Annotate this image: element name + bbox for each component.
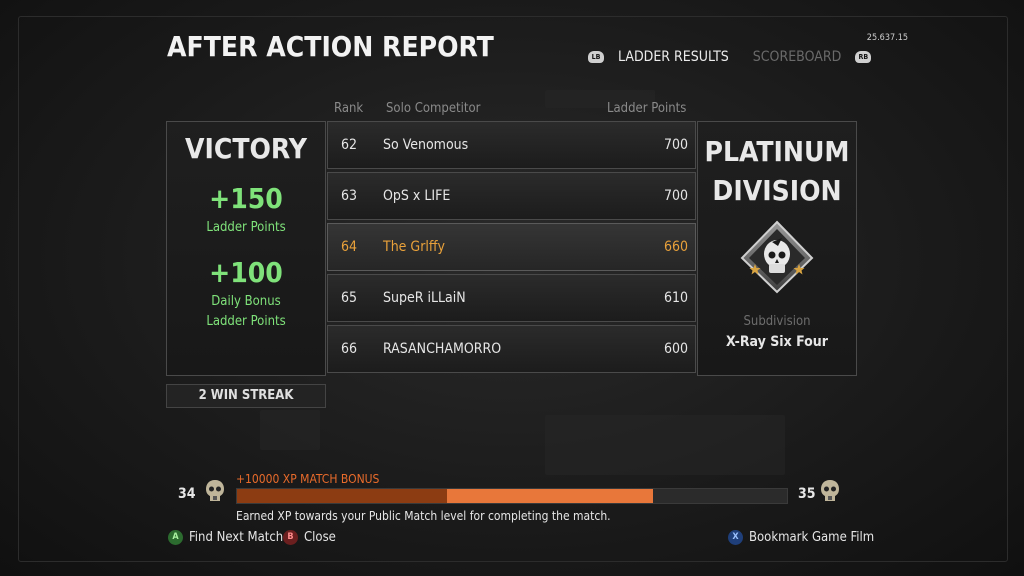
next-rank-skull-icon <box>821 480 839 501</box>
ladder-name: SupeR iLLaiN <box>383 290 466 306</box>
tab-bar: LB LADDER RESULTS SCOREBOARD RB <box>588 48 872 66</box>
bookmark-game-film-button[interactable]: X Bookmark Game Film <box>728 530 874 545</box>
next-level: 35 <box>798 486 816 502</box>
column-header-competitor: Solo Competitor <box>386 101 481 116</box>
bookmark-game-film-label: Bookmark Game Film <box>749 530 875 545</box>
tab-scoreboard[interactable]: SCOREBOARD <box>753 49 842 65</box>
close-label: Close <box>304 530 336 545</box>
subdivision-label: Subdivision <box>743 314 811 329</box>
ladder-points-gain: +150 <box>209 182 283 215</box>
ladder-rank: 63 <box>341 188 358 204</box>
ladder-rank: 64 <box>341 239 358 255</box>
background-ghost-panel <box>545 415 785 475</box>
column-header-rank: Rank <box>334 101 364 116</box>
ladder-points: 700 <box>663 188 688 204</box>
ladder-row: 65 SupeR iLLaiN 610 <box>327 274 696 322</box>
ladder-points: 600 <box>663 341 688 357</box>
column-header-points: Ladder Points <box>607 101 687 116</box>
outcome-label: VICTORY <box>184 132 308 165</box>
current-level: 34 <box>178 486 196 502</box>
page-title: AFTER ACTION REPORT <box>167 30 494 63</box>
earned-xp-description: Earned XP towards your Public Match leve… <box>236 509 611 523</box>
ladder-table: 62 So Venomous 700 63 OpS x LIFE 700 64 … <box>327 121 696 376</box>
subdivision-name: X-Ray Six Four <box>726 334 828 350</box>
ladder-points: 610 <box>663 290 688 306</box>
ladder-name: RASANCHAMORRO <box>383 341 502 357</box>
ladder-name: So Venomous <box>383 137 469 153</box>
x-button-icon: X <box>728 530 743 545</box>
xp-bonus-label: +10000 XP MATCH BONUS <box>236 472 380 486</box>
ladder-rank: 65 <box>341 290 358 306</box>
bonus-ladder-points-label: Ladder Points <box>206 314 286 329</box>
ladder-points: 660 <box>663 239 688 255</box>
find-next-match-button[interactable]: A Find Next Match <box>168 530 283 545</box>
ladder-row: 64 The Grlffy 660 <box>327 223 696 271</box>
lb-button-icon[interactable]: LB <box>588 51 604 63</box>
division-title-line2: DIVISION <box>712 174 842 207</box>
ladder-row: 63 OpS x LIFE 700 <box>327 172 696 220</box>
find-next-match-label: Find Next Match <box>189 530 284 545</box>
b-button-icon: B <box>283 530 298 545</box>
division-title-line1: PLATINUM <box>704 135 850 168</box>
result-panel: VICTORY +150 Ladder Points +100 Daily Bo… <box>166 121 326 376</box>
ladder-row: 62 So Venomous 700 <box>327 121 696 169</box>
ladder-name: The Grlffy <box>383 239 445 255</box>
ladder-name: OpS x LIFE <box>383 188 451 204</box>
bonus-points-gain: +100 <box>209 256 283 289</box>
daily-bonus-label: Daily Bonus <box>211 294 281 309</box>
rank-skull-icon <box>206 480 224 501</box>
xp-bar-previous <box>237 489 447 503</box>
xp-progress-bar <box>236 488 788 504</box>
division-title: PLATINUM DIVISION <box>698 132 856 210</box>
ladder-rank: 62 <box>341 137 358 153</box>
ladder-points: 700 <box>663 137 688 153</box>
skull-emblem-icon <box>740 220 814 294</box>
tab-ladder-results[interactable]: LADDER RESULTS <box>618 49 729 65</box>
ladder-row: 66 RASANCHAMORRO 600 <box>327 325 696 373</box>
a-button-icon: A <box>168 530 183 545</box>
background-ghost-panel <box>260 410 320 450</box>
ladder-rank: 66 <box>341 341 358 357</box>
close-button[interactable]: B Close <box>283 530 336 545</box>
win-streak-badge: 2 WIN STREAK <box>166 384 326 408</box>
xp-bar-gained <box>446 489 654 503</box>
version-label: 25.637.15 <box>866 33 908 43</box>
ladder-points-label: Ladder Points <box>206 220 286 235</box>
rb-button-icon[interactable]: RB <box>855 51 872 63</box>
division-panel: PLATINUM DIVISION Subdivision X-Ray Six … <box>697 121 857 376</box>
